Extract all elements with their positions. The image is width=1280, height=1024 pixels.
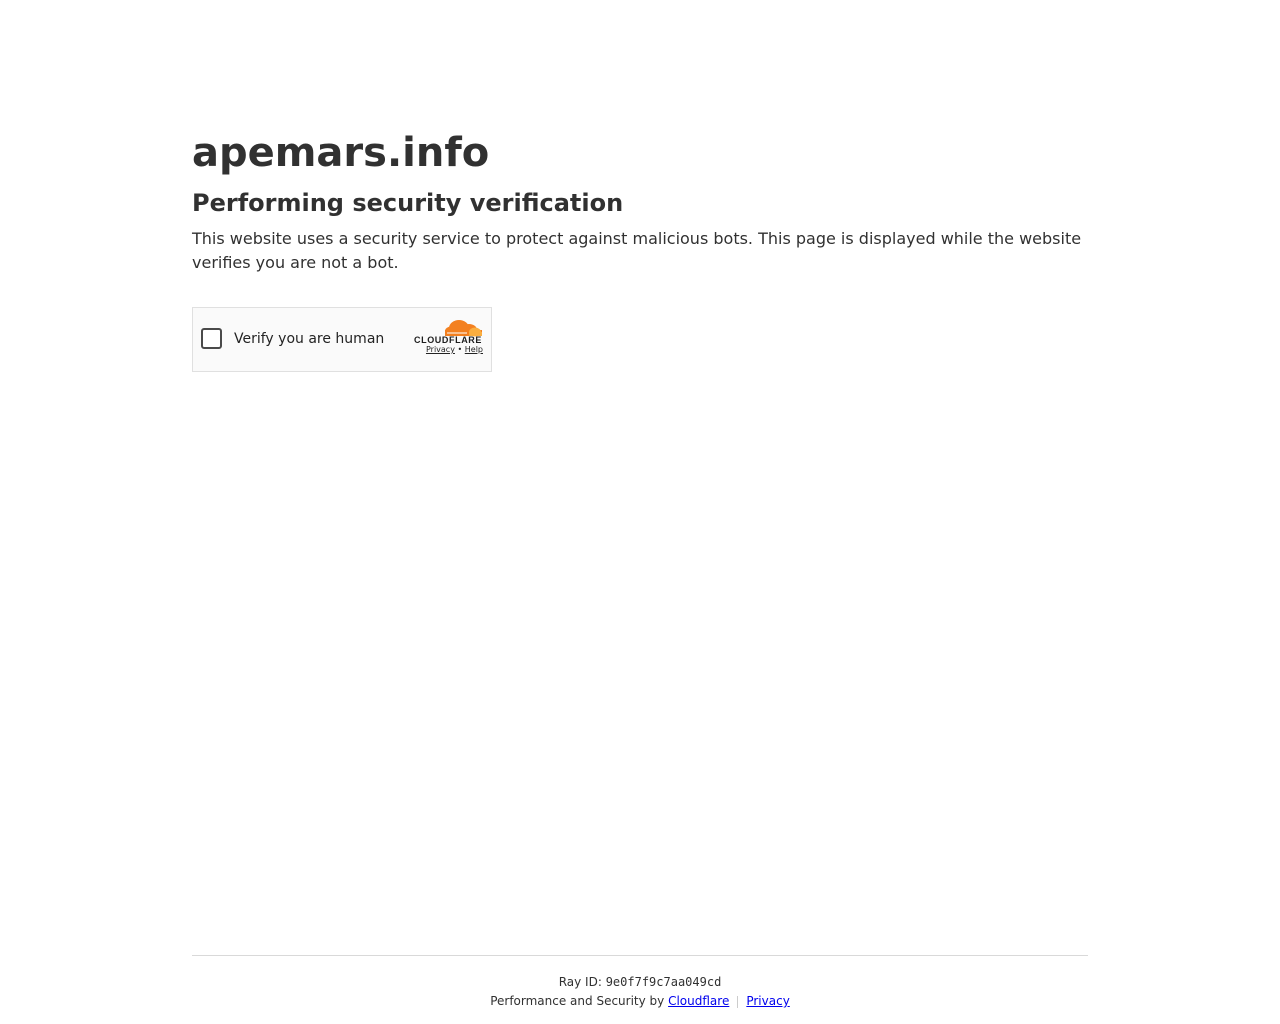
ray-id-value: 9e0f7f9c7aa049cd xyxy=(605,975,722,989)
performance-line: Performance and Security by Cloudflare Pr… xyxy=(192,993,1088,1009)
cloudflare-logo: CLOUDFLARE xyxy=(414,320,482,344)
widget-privacy-link[interactable]: Privacy xyxy=(426,345,455,354)
cloudflare-link[interactable]: Cloudflare xyxy=(668,994,729,1008)
cloudflare-branding: CLOUDFLARE Privacy • Help xyxy=(403,318,483,355)
turnstile-widget: Verify you are human CLOUDFLARE Privacy … xyxy=(192,307,492,372)
performance-text: Performance and Security by xyxy=(490,994,665,1008)
page: apemars.info Performing security verific… xyxy=(0,0,1280,1024)
verification-heading: Performing security verification xyxy=(192,189,624,217)
main-content: apemars.info Performing security verific… xyxy=(192,128,1088,372)
widget-links: Privacy • Help xyxy=(403,345,483,355)
verify-human-checkbox[interactable] xyxy=(201,328,222,349)
footer: Ray ID: 9e0f7f9c7aa049cd Performance and… xyxy=(192,955,1088,1009)
widget-links-separator: • xyxy=(457,345,463,354)
footer-privacy-link[interactable]: Privacy xyxy=(746,994,789,1008)
ray-id-line: Ray ID: 9e0f7f9c7aa049cd xyxy=(192,975,1088,989)
cloudflare-wordmark: CLOUDFLARE xyxy=(414,335,482,344)
footer-divider xyxy=(737,995,739,1008)
verification-description: This website uses a security service to … xyxy=(192,229,1082,272)
verify-human-checkbox-control[interactable]: Verify you are human xyxy=(201,328,384,349)
widget-help-link[interactable]: Help xyxy=(465,345,483,354)
verify-human-label[interactable]: Verify you are human xyxy=(234,329,384,349)
site-domain-title: apemars.info xyxy=(192,130,490,176)
ray-id-label: Ray ID: xyxy=(558,975,602,989)
